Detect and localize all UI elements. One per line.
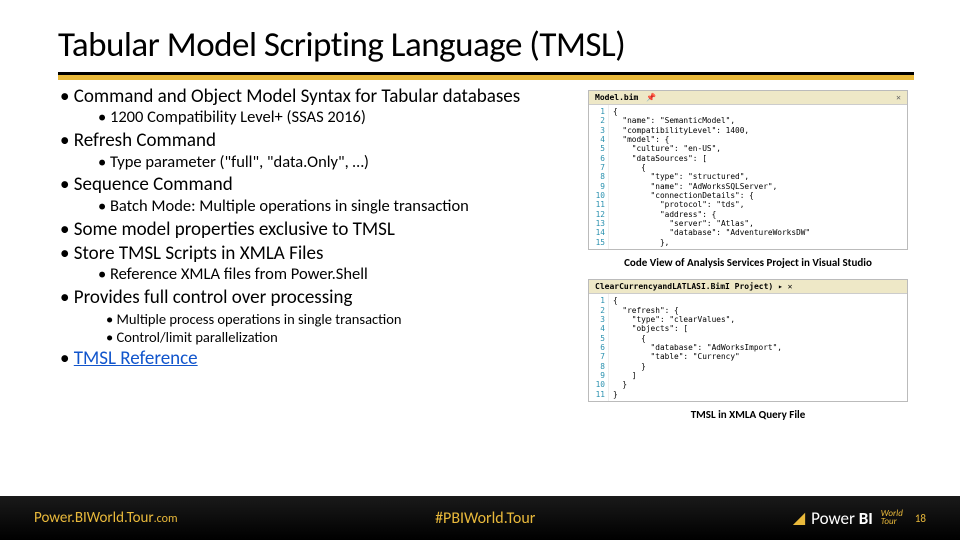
bullet-column: Command and Object Model Syntax for Tabu…: [58, 86, 588, 431]
bullet-6b: Control/limit parallelization: [104, 328, 588, 346]
code1-tabbar: Model.bim 📌 ✕: [589, 91, 907, 105]
code1-tab-name: Model.bim: [595, 93, 638, 103]
code-column: Model.bim 📌 ✕ 123456789101112131415 { "n…: [588, 86, 908, 431]
powerbi-logo-icon: ◢: [793, 508, 805, 528]
bullet-3: Sequence Command Batch Mode: Multiple op…: [58, 174, 588, 216]
bullet-4: Some model properties exclusive to TMSL: [58, 219, 588, 241]
code2-tabbar: ClearCurrencyandLATLASI.BimI Project) ▸ …: [589, 280, 907, 294]
code-box-2: ClearCurrencyandLATLASI.BimI Project) ▸ …: [588, 279, 908, 402]
bullet-1a: 1200 Compatibility Level+ (SSAS 2016): [96, 108, 588, 128]
footer-hashtag: #PBIWorld.Tour: [178, 509, 793, 528]
footer-url-main: Power.BIWorld.Tour: [34, 509, 154, 527]
code-box-1: Model.bim 📌 ✕ 123456789101112131415 { "n…: [588, 90, 908, 250]
footer-brand: ◢ Power BI World Tour 18: [793, 508, 926, 529]
bullet-3a: Batch Mode: Multiple operations in singl…: [96, 197, 588, 217]
bullet-5-text: Store TMSL Scripts in XMLA Files: [74, 242, 324, 265]
bullet-1: Command and Object Model Syntax for Tabu…: [58, 86, 588, 128]
code1-caption: Code View of Analysis Services Project i…: [588, 256, 908, 269]
bullet-6: Provides full control over processing Mu…: [58, 287, 588, 346]
bullet-5a: Reference XMLA files from Power.Shell: [96, 265, 588, 285]
bullet-5: Store TMSL Scripts in XMLA Files Referen…: [58, 243, 588, 285]
bullet-1-text: Command and Object Model Syntax for Tabu…: [74, 85, 520, 108]
brand-text: Power BI: [811, 508, 873, 529]
footer-url-suffix: .com: [154, 512, 178, 526]
code2-tab-name: ClearCurrencyandLATLASI.BimI Project) ▸ …: [595, 282, 792, 292]
slide: Tabular Model Scripting Language (TMSL) …: [0, 0, 960, 540]
bullet-2-text: Refresh Command: [74, 129, 216, 152]
bullet-2a: Type parameter ("full", "data.Only", …): [96, 153, 588, 173]
footer-url: Power.BIWorld.Tour.com: [34, 509, 178, 527]
code2-caption: TMSL in XMLA Query File: [588, 408, 908, 421]
bullet-6a: Multiple process operations in single tr…: [104, 310, 588, 328]
bullet-6-text: Provides full control over processing: [74, 286, 353, 309]
slide-body: Command and Object Model Syntax for Tabu…: [58, 86, 914, 431]
slide-title: Tabular Model Scripting Language (TMSL): [58, 24, 914, 66]
code2-lines: { "refresh": { "type": "clearValues", "o…: [609, 294, 907, 401]
tmsl-reference-link[interactable]: TMSL Reference: [74, 347, 198, 370]
code1-gutter: 123456789101112131415: [589, 105, 609, 249]
pin-icon: 📌: [646, 93, 656, 103]
code2-gutter: 1234567891011: [589, 294, 609, 401]
bullet-7: TMSL Reference: [58, 348, 588, 370]
bullet-3-text: Sequence Command: [74, 173, 233, 196]
code1-lines: { "name": "SemanticModel", "compatibilit…: [609, 105, 907, 249]
world-tour-label: World Tour: [881, 510, 903, 526]
close-icon: ✕: [896, 93, 901, 103]
title-rule: [58, 72, 914, 80]
footer: Power.BIWorld.Tour.com #PBIWorld.Tour ◢ …: [0, 496, 960, 540]
page-number: 18: [915, 512, 926, 525]
bullet-2: Refresh Command Type parameter ("full", …: [58, 130, 588, 172]
